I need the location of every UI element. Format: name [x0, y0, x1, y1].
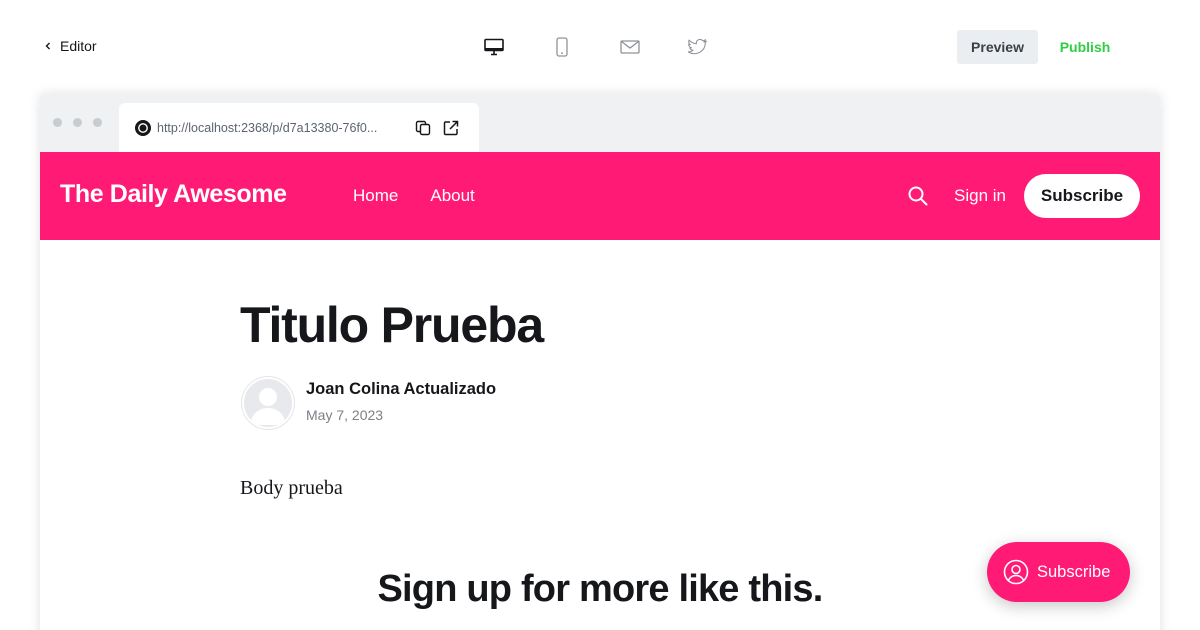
- copy-icon: [415, 120, 431, 135]
- nav-item-home[interactable]: Home: [353, 186, 398, 206]
- back-label: Editor: [60, 38, 97, 54]
- author-avatar[interactable]: [242, 377, 294, 429]
- copy-url-button[interactable]: [413, 118, 433, 138]
- twitter-preview-button[interactable]: [688, 36, 708, 58]
- mobile-preview-button[interactable]: [552, 36, 572, 58]
- email-icon: [620, 40, 640, 54]
- sign-in-link[interactable]: Sign in: [954, 186, 1006, 206]
- post-title: Titulo Prueba: [240, 297, 544, 353]
- twitter-icon: [688, 38, 707, 55]
- site-favicon-icon: [135, 119, 151, 136]
- portal-user-icon: [1003, 559, 1029, 585]
- window-controls: [53, 118, 102, 127]
- preview-device-switcher: [484, 36, 708, 58]
- open-in-new-tab-button[interactable]: [441, 118, 461, 138]
- external-link-icon: [443, 120, 459, 135]
- preview-button[interactable]: Preview: [957, 30, 1038, 64]
- editor-topbar: Editor Preview Publish: [0, 0, 1200, 94]
- site-title-link[interactable]: The Daily Awesome: [60, 180, 287, 209]
- url-field[interactable]: http://localhost:2368/p/d7a13380-76f0...: [157, 121, 403, 135]
- browser-chrome: http://localhost:2368/p/d7a13380-76f0...: [40, 94, 1160, 152]
- post-date: May 7, 2023: [306, 407, 384, 423]
- window-dot: [93, 118, 102, 127]
- url-tab: http://localhost:2368/p/d7a13380-76f0...: [119, 103, 479, 152]
- back-to-editor-link[interactable]: Editor: [44, 38, 97, 54]
- mobile-icon: [556, 37, 568, 57]
- author-name-link[interactable]: Joan Colina Actualizado: [306, 380, 496, 399]
- nav-item-about[interactable]: About: [430, 186, 474, 206]
- search-icon[interactable]: [907, 185, 929, 207]
- browser-preview-frame: http://localhost:2368/p/d7a13380-76f0...…: [40, 94, 1160, 630]
- portal-subscribe-button[interactable]: Subscribe: [987, 542, 1130, 602]
- site-nav: Home About: [353, 186, 475, 206]
- default-avatar-icon: [250, 388, 286, 425]
- desktop-icon: [484, 38, 504, 56]
- email-preview-button[interactable]: [620, 36, 640, 58]
- header-subscribe-button[interactable]: Subscribe: [1024, 174, 1140, 218]
- post-body: Body prueba: [240, 477, 343, 499]
- window-dot: [73, 118, 82, 127]
- site-header: The Daily Awesome Home About Sign in Sub…: [40, 152, 1160, 240]
- chevron-left-icon: [45, 42, 50, 50]
- publish-button[interactable]: Publish: [1052, 30, 1118, 64]
- portal-subscribe-label: Subscribe: [1037, 562, 1111, 581]
- window-dot: [53, 118, 62, 127]
- desktop-preview-button[interactable]: [484, 36, 504, 58]
